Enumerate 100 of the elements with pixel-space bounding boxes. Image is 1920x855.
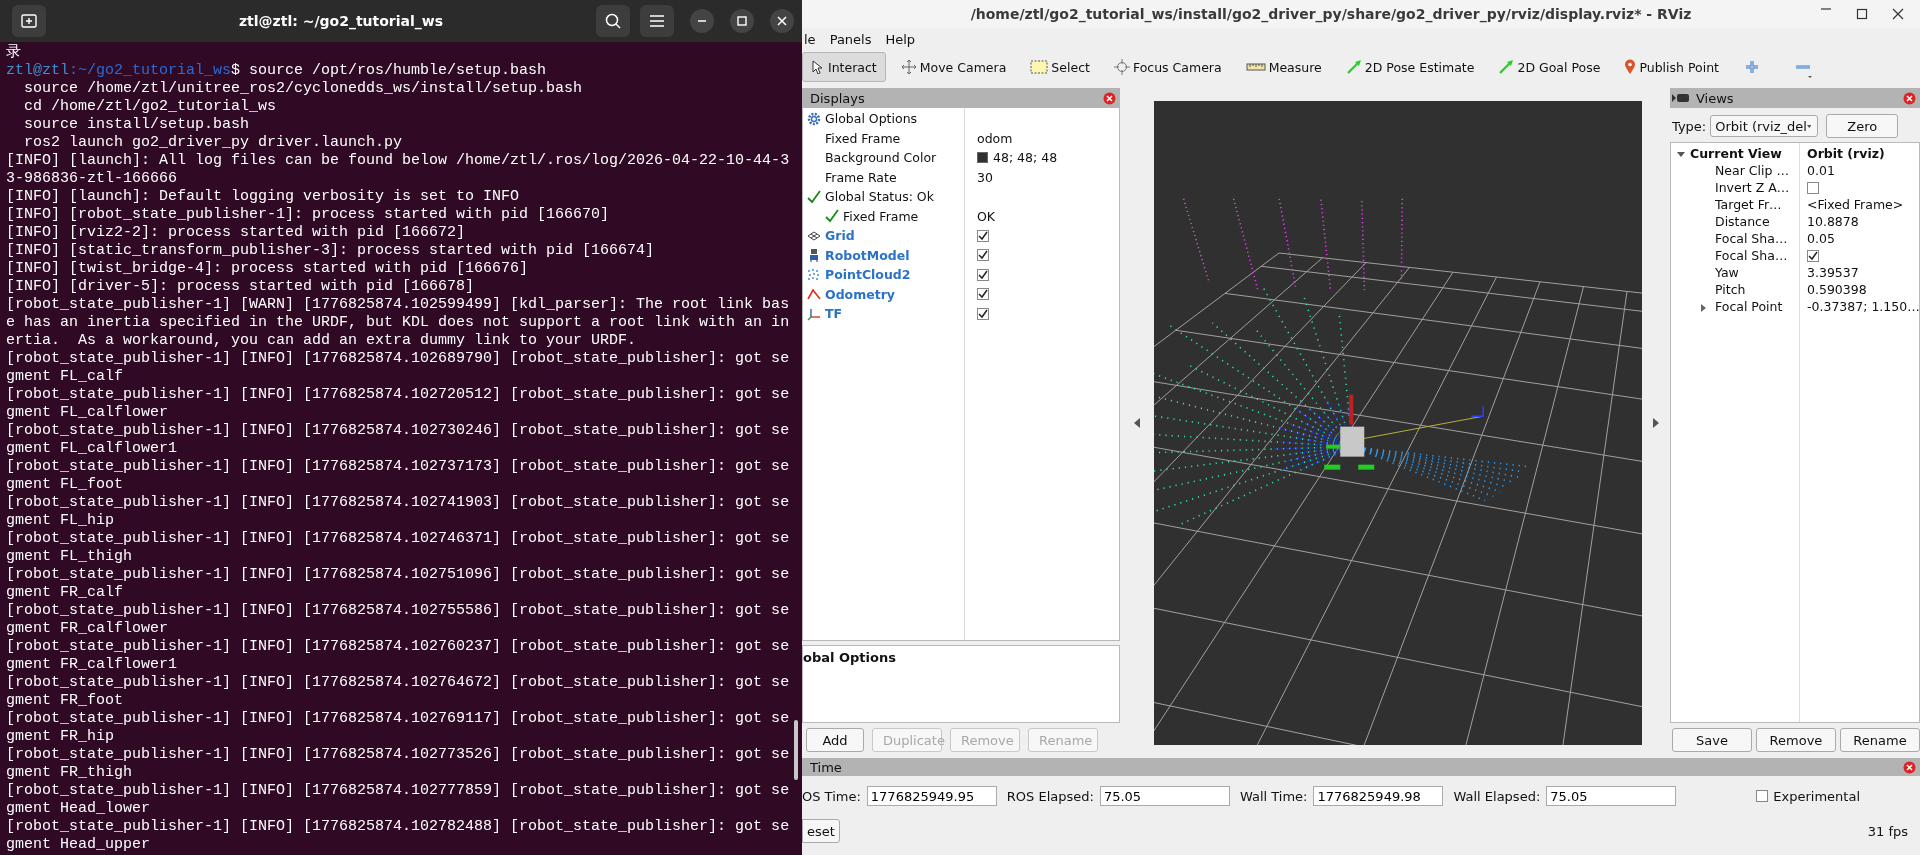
checkbox[interactable]	[977, 307, 989, 320]
minimize-icon[interactable]	[1820, 8, 1832, 10]
dots-icon	[807, 267, 821, 282]
tree-item[interactable]: PointCloud2	[803, 265, 1119, 285]
time-field[interactable]: 75.05	[1546, 786, 1677, 806]
checkbox[interactable]	[1807, 181, 1819, 194]
arrow-icon	[1345, 59, 1362, 75]
maximize-icon[interactable]	[1856, 8, 1868, 20]
tool-button[interactable]: Measure	[1236, 52, 1331, 82]
expand-caret-icon[interactable]	[1701, 304, 1707, 312]
3d-scene-drawing[interactable]	[1154, 101, 1642, 745]
tree-item[interactable]: Fixed Frame OK	[803, 206, 1119, 226]
tree-item[interactable]: TF	[803, 304, 1119, 324]
close-icon[interactable]	[1903, 91, 1916, 105]
terminal-line: gment FL_hip	[6, 512, 116, 530]
camera-icon	[1672, 92, 1690, 104]
field-label: Wall Elapsed:	[1453, 788, 1541, 804]
terminal-line: 3-986836-ztl-166666	[6, 170, 179, 188]
new-tab-button[interactable]	[12, 5, 46, 37]
close-icon[interactable]	[1892, 8, 1904, 20]
close-icon[interactable]	[1103, 91, 1116, 105]
expand-arrow-icon[interactable]	[1653, 418, 1659, 428]
field-label: Wall Time:	[1239, 788, 1308, 804]
property-label: Frame Rate	[825, 169, 897, 185]
property-label: Fixed Frame	[843, 208, 919, 224]
selection-rectangle-icon	[1030, 60, 1049, 74]
maximize-icon	[737, 16, 747, 26]
terminal-line: gment FL_calflower1	[6, 440, 179, 458]
field-label: OS Time:	[802, 788, 861, 804]
panel-button[interactable]: Add	[806, 728, 864, 752]
property-value: 0.05	[1807, 231, 1835, 246]
menu-item[interactable]: Panels	[829, 31, 872, 47]
tool-button[interactable]: Select	[1021, 52, 1099, 82]
tree-item[interactable]: Frame Rate 30	[803, 167, 1119, 187]
terminal-line: source /home/ztl/unitree_ros2/cyclonedds_ws/install/setup.bash	[23, 80, 584, 98]
tree-item[interactable]: Background Color 48; 48; 48	[803, 148, 1119, 168]
tool-button[interactable]: 2D Pose Estimate	[1336, 52, 1484, 82]
collapse-arrow-icon[interactable]	[1134, 418, 1140, 428]
checkbox[interactable]	[1807, 249, 1819, 262]
menu-item[interactable]: le	[804, 31, 816, 47]
tool-button[interactable]: Publish Point	[1615, 52, 1728, 82]
terminal-line: [INFO] [robot_state_publisher-1]: process started with pid [166670]	[6, 206, 611, 224]
property-label: Yaw	[1715, 265, 1739, 280]
panel-button[interactable]: Remove	[1756, 728, 1836, 752]
tool-button[interactable]: Interact	[802, 52, 886, 82]
window-title: ztl@ztl: ~/go2_tutorial_ws	[237, 13, 445, 29]
dropdown-caret-icon	[1806, 123, 1812, 129]
maximize-button[interactable]	[730, 9, 754, 33]
checkbox[interactable]	[977, 249, 989, 262]
robot-icon	[807, 248, 821, 263]
gear-icon	[807, 111, 821, 126]
terminal-line: [robot_state_publisher-1] [INFO] [1776825874.102730246] [robot_state_publisher]: got se	[6, 422, 791, 440]
tool-button[interactable]: 2D Goal Pose	[1489, 52, 1610, 82]
minimize-button[interactable]	[690, 9, 714, 33]
tree-item[interactable]: RobotModel	[803, 245, 1119, 265]
tree-item[interactable]: Odometry	[803, 284, 1119, 304]
field-label: ROS Elapsed:	[1006, 788, 1094, 804]
checkbox[interactable]	[1756, 790, 1769, 802]
tree-item[interactable]: Global Status: Ok	[803, 187, 1119, 207]
terminal-line: gment FL_calflower	[6, 404, 170, 422]
terminal-line: e has an inertia specified in the URDF, but KDL does not support a root link with an in	[6, 314, 791, 332]
menu-item[interactable]: Help	[885, 31, 916, 47]
terminal-line: [robot_state_publisher-1] [INFO] [1776825874.102737173] [robot_state_publisher]: got se	[6, 458, 791, 476]
zero-button[interactable]: Zero	[1826, 114, 1899, 138]
tree-item[interactable]: Global Options	[803, 109, 1119, 129]
terminal-line: ros2 launch go2_driver_py driver.launch.py	[23, 134, 404, 152]
collapse-caret-icon[interactable]	[1677, 149, 1685, 158]
menu-button[interactable]	[640, 5, 674, 37]
cursor-icon	[811, 60, 825, 74]
search-button[interactable]	[596, 5, 630, 37]
checkbox[interactable]	[977, 288, 989, 301]
crosshair-icon	[1113, 59, 1130, 75]
view-type-dropdown[interactable]: Orbit (rviz_del	[1710, 115, 1819, 137]
tree-item[interactable]: Fixed Frame odom	[803, 128, 1119, 148]
panel-button[interactable]: Rename	[1840, 728, 1920, 752]
terminal-line: [robot_state_publisher-1] [INFO] [1776825874.102751096] [robot_state_publisher]: got se	[6, 566, 791, 584]
tree-item-label: TF	[825, 306, 843, 322]
time-field[interactable]: 1776825949.98	[1313, 786, 1444, 806]
reset-button[interactable]: eset	[802, 819, 840, 843]
ruler-icon	[1245, 62, 1266, 72]
tree-item[interactable]: Grid	[803, 226, 1119, 246]
close-icon[interactable]	[1903, 760, 1916, 774]
check-icon	[807, 189, 821, 204]
checkbox[interactable]	[977, 229, 989, 242]
axes-icon	[807, 306, 821, 321]
terminal-line: [INFO] [twist_bridge-4]: process started with pid [166676]	[6, 260, 530, 278]
panel-button[interactable]: Save	[1672, 728, 1752, 752]
terminal-line: gment FR_hip	[6, 728, 116, 746]
close-button[interactable]	[770, 9, 794, 33]
terminal-line: gment FL_foot	[6, 476, 125, 494]
tool-button[interactable]: Move Camera	[891, 52, 1016, 82]
close-icon	[777, 16, 787, 26]
tool-button[interactable]: Focus Camera	[1104, 52, 1231, 82]
checkbox[interactable]	[977, 268, 989, 281]
property-value: Orbit (rviz)	[1806, 146, 1885, 161]
time-field[interactable]: 1776825949.95	[866, 786, 997, 806]
scrollbar-thumb[interactable]	[794, 720, 798, 780]
terminal-line: gment Head_lower	[6, 800, 152, 818]
time-field[interactable]: 75.05	[1099, 786, 1230, 806]
property-value: 48; 48; 48	[993, 150, 1058, 166]
